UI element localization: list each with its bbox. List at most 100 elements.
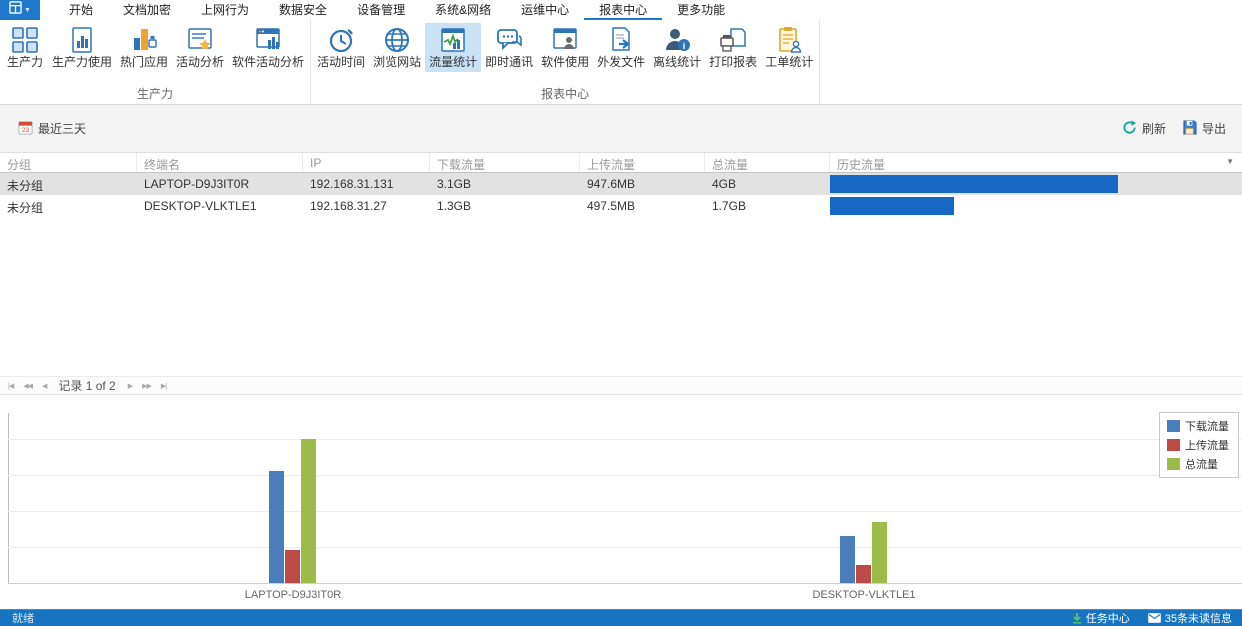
task-center-button[interactable]: 任务中心 [1072,610,1130,626]
bar-下载流量-DESKTOP-VLKTLE1 [840,536,855,583]
chart-legend: 下载流量 上传流量 总流量 [1159,412,1239,478]
next-page-button[interactable]: ▶ [126,382,134,390]
menu-tab-6[interactable]: 系统&网络 [420,0,506,20]
column-header-7[interactable]: 历史流量 ▼ [830,153,1242,172]
gridline-3gb [8,475,1242,476]
record-navigator: |◀ ◀◀ ◀ 记录 1 of 2 ▶ ▶▶ ▶| [0,376,1242,395]
ribbon-button-label: 软件活动分析 [232,55,305,69]
legend-label: 总流量 [1185,459,1218,471]
ribbon-button-clock[interactable]: 活动时间 [313,23,369,72]
app-logo-icon [9,1,22,19]
clipboard-user-icon [774,25,804,55]
menu-tab-9[interactable]: 更多功能 [662,0,740,20]
cell-download: 1.3GB [437,199,472,213]
menu-tab-label: 报表中心 [599,2,648,17]
history-traffic-bar [830,197,954,215]
ribbon-button-doc-star[interactable]: 活动分析 [172,23,228,72]
column-header-2[interactable]: 终端名 [137,153,303,172]
ribbon-button-label: 流量统计 [429,55,478,69]
x-axis-line [8,583,1242,584]
menu-tab-label: 运维中心 [521,2,570,17]
unread-messages-button[interactable]: 35条未读信息 [1147,610,1232,626]
bar-上传流量-DESKTOP-VLKTLE1 [856,565,871,583]
export-label: 导出 [1201,122,1226,136]
menu-tab-4[interactable]: 数据安全 [264,0,342,20]
menu-tab-label: 系统&网络 [435,2,492,17]
ribbon-button-hot-apps[interactable]: 热门应用 [116,23,172,72]
unread-messages-label: 35条未读信息 [1164,613,1232,625]
ribbon-button-traffic-chart[interactable]: 流量统计 [425,23,482,72]
legend-swatch [1167,458,1180,470]
window-bars-icon [253,25,283,55]
ribbon-button-printer[interactable]: 打印报表 [705,23,761,72]
menu-tab-3[interactable]: 上网行为 [186,0,264,20]
column-header-5[interactable]: 上传流量 [580,153,705,172]
refresh-button[interactable]: 刷新 [1122,119,1166,138]
ribbon-button-chat[interactable]: 即时通讯 [481,23,537,72]
grid-icon [10,25,40,55]
ribbon-button-doc-arrow[interactable]: 外发文件 [593,23,649,72]
cell-total: 1.7GB [712,199,747,213]
column-header-6[interactable]: 总流量 [705,153,830,172]
history-traffic-bar [830,175,1119,193]
menu-tab-5[interactable]: 设备管理 [342,0,420,20]
ribbon-button-globe[interactable]: 浏览网站 [369,23,425,72]
cell-ip: 192.168.31.131 [310,177,394,191]
column-header-3[interactable]: IP [303,153,430,172]
last-page-button[interactable]: ▶| [159,382,168,390]
legend-item-总流量: 总流量 [1167,456,1229,472]
menu-tab-8[interactable]: 报表中心 [584,0,663,20]
table-header-row: 分组 终端名 IP 下载流量 上传流量 总流量 历史流量 ▼ [0,152,1242,173]
menu-tab-label: 开始 [69,2,94,17]
menu-tab-1[interactable]: 开始 [54,0,108,20]
column-chooser-dropdown-icon[interactable]: ▼ [1226,157,1234,166]
hot-apps-icon [129,25,159,55]
cell-group: 未分组 [7,201,44,215]
traffic-chart-icon [438,25,468,55]
menu-tab-7[interactable]: 运维中心 [506,0,584,20]
menu-bar: ▼ 开始 文档加密 上网行为 数据安全 设备管理 系统&网络 运维中心 报表中心 更多功能 [0,0,1242,20]
record-count-label: 记录 1 of 2 [58,379,116,393]
cell-history-traffic [830,195,1242,217]
cell-total: 4GB [712,177,737,191]
ribbon-button-window-bars[interactable]: 软件活动分析 [228,23,308,72]
window-user-icon [550,25,580,55]
table-row-LAPTOP-D9J3IT0R[interactable]: 未分组 LAPTOP-D9J3IT0R 192.168.31.131 3.1GB 947… [0,173,1242,195]
menu-tab-label: 上网行为 [201,2,250,17]
export-button[interactable]: 导出 [1182,119,1226,138]
ribbon-button-window-user[interactable]: 软件使用 [537,23,593,72]
table-body: 未分组 LAPTOP-D9J3IT0R 192.168.31.131 3.1GB 947… [0,173,1242,217]
menu-tab-2[interactable]: 文档加密 [108,0,186,20]
bar-上传流量-LAPTOP-D9J3IT0R [285,550,300,583]
ribbon-button-user-info[interactable]: i 离线统计 [649,23,705,72]
app-window: ▼ 开始 文档加密 上网行为 数据安全 设备管理 系统&网络 运维中心 报表中心 更多功能 生产… [0,0,1242,626]
chevron-down-icon: ▼ [24,6,31,14]
first-page-button[interactable]: |◀ [6,382,15,390]
ribbon-button-grid[interactable]: 生产力 [2,23,48,72]
table-row-DESKTOP-VLKTLE1[interactable]: 未分组 DESKTOP-VLKTLE1 192.168.31.27 1.3GB 497.… [0,195,1242,217]
ribbon-button-doc-bars[interactable]: 生产力使用 [48,23,116,72]
ribbon-button-label: 打印报表 [709,55,758,69]
prev-page-button[interactable]: ◀ [40,382,48,390]
ribbon-button-label: 浏览网站 [373,55,422,69]
cell-upload: 497.5MB [587,199,636,213]
fast-next-page-button[interactable]: ▶▶ [140,382,153,390]
ribbon-button-clipboard-user[interactable]: 工单统计 [761,23,817,72]
ribbon-group-1: 生产力 生产力使用 热门应用 活动分析 软件活动分析 生产力 [0,20,312,104]
ribbon-group-label: 报表中心 [541,87,590,101]
app-menu-button[interactable]: ▼ [0,0,40,20]
column-header-1[interactable]: 分组 [0,153,137,172]
legend-swatch [1167,439,1180,451]
user-info-icon: i [662,25,692,55]
legend-label: 上传流量 [1185,440,1229,452]
date-range-filter-button[interactable]: 23 最近三天 [18,120,86,138]
ribbon-button-label: 离线统计 [653,55,702,69]
refresh-label: 刷新 [1141,122,1166,136]
legend-swatch [1167,420,1180,432]
cell-terminal: DESKTOP-VLKTLE1 [144,199,257,213]
ribbon-buttons: 生产力 生产力使用 热门应用 活动分析 软件活动分析 [2,20,308,86]
status-ready-label: 就绪 [12,613,34,625]
category-label: DESKTOP-VLKTLE1 [812,589,916,601]
column-header-4[interactable]: 下载流量 [430,153,580,172]
fast-prev-page-button[interactable]: ◀◀ [21,382,34,390]
